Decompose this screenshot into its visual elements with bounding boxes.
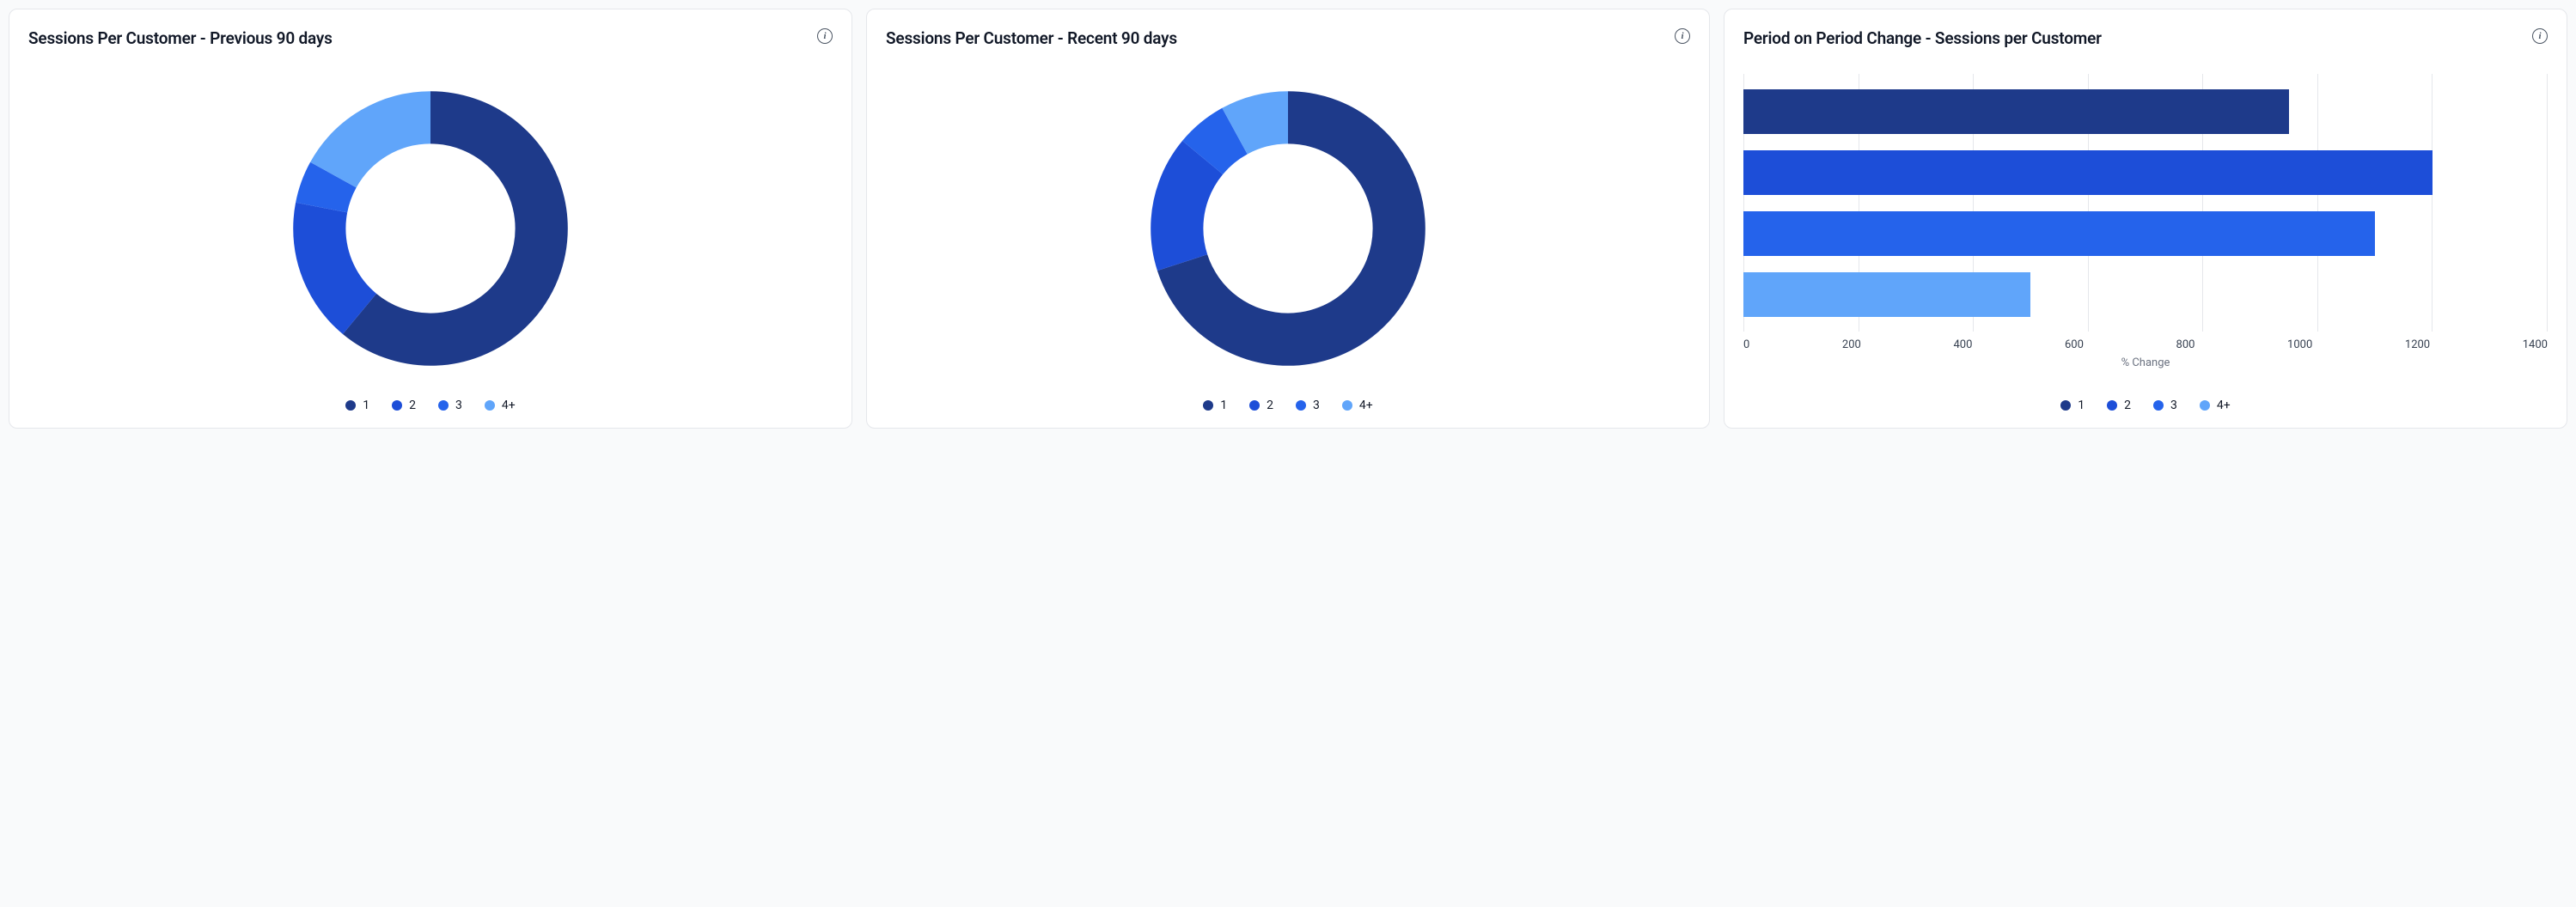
legend-label: 3 [2170,399,2177,412]
legend-dot-icon [2200,400,2210,411]
info-icon[interactable]: i [2532,28,2548,44]
legend-label: 2 [409,399,416,412]
x-tick: 200 [1842,338,1861,351]
legend-dot-icon [2107,400,2117,411]
legend-dot-icon [438,400,449,411]
legend-label: 1 [1220,399,1227,412]
legend-dot-icon [1203,400,1213,411]
legend-label: 3 [455,399,462,412]
dashboard: Sessions Per Customer - Previous 90 days… [0,0,2576,437]
legend-item-1[interactable]: 1 [345,399,369,412]
legend-dot-icon [485,400,495,411]
x-tick: 1000 [2287,338,2312,351]
legend-item-3[interactable]: 3 [438,399,462,412]
x-axis-ticks: 0 200 400 600 800 1000 1200 1400 [1743,338,2548,351]
x-tick: 1200 [2405,338,2430,351]
legend-item-2[interactable]: 2 [392,399,416,412]
legend-dot-icon [2060,400,2071,411]
legend-dot-icon [345,400,356,411]
legend-dot-icon [392,400,402,411]
legend-label: 1 [363,399,369,412]
x-tick: 800 [2176,338,2195,351]
legend-dot-icon [1296,400,1306,411]
info-icon[interactable]: i [817,28,833,44]
legend-dot-icon [2153,400,2164,411]
x-tick: 0 [1743,338,1749,351]
legend-dot-icon [1342,400,1352,411]
legend-label: 4+ [502,399,516,412]
legend-item-4plus[interactable]: 4+ [2200,399,2231,412]
legend-item-3[interactable]: 3 [2153,399,2177,412]
donut-chart-recent [886,74,1690,383]
legend-label: 4+ [1359,399,1373,412]
bar-row [1743,89,2548,134]
legend: 1 2 3 4+ [28,399,833,412]
bar-4+[interactable] [1743,272,2030,317]
legend-label: 2 [2124,399,2131,412]
x-tick: 400 [1953,338,1972,351]
x-tick: 1400 [2523,338,2548,351]
legend: 1 2 3 4+ [886,399,1690,412]
legend-label: 2 [1267,399,1273,412]
x-axis-label: % Change [1743,356,2548,369]
legend-label: 4+ [2217,399,2231,412]
legend: 1 2 3 4+ [1743,399,2548,412]
card-title: Sessions Per Customer - Previous 90 days [28,28,333,48]
legend-label: 3 [1313,399,1320,412]
bar-row [1743,150,2548,195]
bar-2[interactable] [1743,150,2433,195]
bar-row [1743,272,2548,317]
legend-label: 1 [2078,399,2085,412]
donut-chart-previous [28,74,833,383]
bar-row [1743,211,2548,256]
x-tick: 600 [2065,338,2084,351]
legend-item-2[interactable]: 2 [1249,399,1273,412]
legend-item-4plus[interactable]: 4+ [1342,399,1373,412]
legend-item-1[interactable]: 1 [2060,399,2085,412]
info-icon[interactable]: i [1675,28,1690,44]
legend-item-2[interactable]: 2 [2107,399,2131,412]
bar-3[interactable] [1743,211,2375,256]
card-title: Period on Period Change - Sessions per C… [1743,28,2102,48]
card-sessions-recent: Sessions Per Customer - Recent 90 days i… [866,9,1710,429]
legend-item-4plus[interactable]: 4+ [485,399,516,412]
card-period-change: Period on Period Change - Sessions per C… [1724,9,2567,429]
card-title: Sessions Per Customer - Recent 90 days [886,28,1177,48]
bar-1[interactable] [1743,89,2289,134]
legend-item-1[interactable]: 1 [1203,399,1227,412]
legend-item-3[interactable]: 3 [1296,399,1320,412]
card-sessions-previous: Sessions Per Customer - Previous 90 days… [9,9,852,429]
bar-chart-period-change: 0 200 400 600 800 1000 1200 1400 % Change [1743,74,2548,383]
legend-dot-icon [1249,400,1260,411]
